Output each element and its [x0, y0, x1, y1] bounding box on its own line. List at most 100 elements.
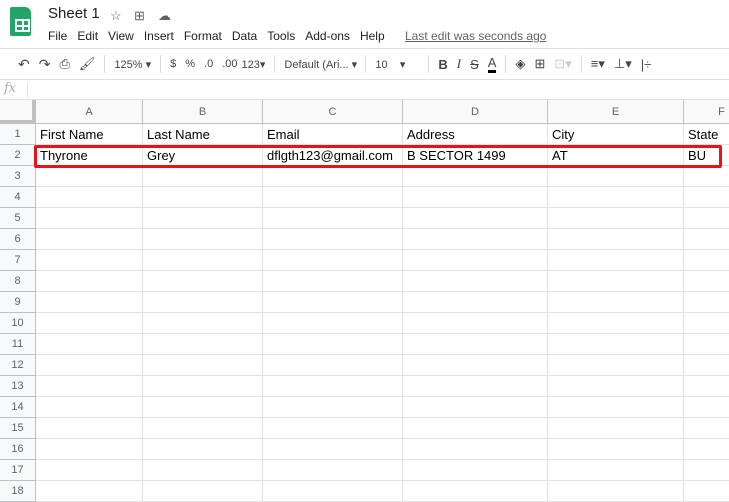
- cell-c17[interactable]: [263, 460, 403, 481]
- cell-f15[interactable]: [684, 418, 729, 439]
- cell-c9[interactable]: [263, 292, 403, 313]
- cell-e7[interactable]: [548, 250, 684, 271]
- last-edit-link[interactable]: Last edit was seconds ago: [405, 29, 546, 43]
- cell-d5[interactable]: [403, 208, 548, 229]
- vertical-align-icon[interactable]: ⊥▾: [614, 56, 632, 72]
- cell-f1[interactable]: State: [684, 124, 729, 145]
- cell-c4[interactable]: [263, 187, 403, 208]
- cell-a11[interactable]: [36, 334, 143, 355]
- cell-f12[interactable]: [684, 355, 729, 376]
- cell-d18[interactable]: [403, 481, 548, 502]
- cell-c3[interactable]: [263, 166, 403, 187]
- row-header-16[interactable]: 16: [0, 439, 36, 460]
- cell-e3[interactable]: [548, 166, 684, 187]
- cell-b10[interactable]: [143, 313, 263, 334]
- formula-bar[interactable]: fx: [0, 80, 729, 100]
- strikethrough-button[interactable]: S: [470, 57, 479, 72]
- star-icon[interactable]: ☆: [110, 8, 122, 24]
- row-header-11[interactable]: 11: [0, 334, 36, 355]
- undo-icon[interactable]: ↶: [18, 56, 30, 73]
- cell-a16[interactable]: [36, 439, 143, 460]
- cell-a14[interactable]: [36, 397, 143, 418]
- row-header-1[interactable]: 1: [0, 124, 36, 145]
- font-select[interactable]: Default (Ari... ▾: [284, 58, 357, 71]
- cell-f6[interactable]: [684, 229, 729, 250]
- document-title[interactable]: Sheet 1: [48, 5, 100, 22]
- cell-d17[interactable]: [403, 460, 548, 481]
- column-header-f[interactable]: F: [684, 100, 729, 124]
- cell-b13[interactable]: [143, 376, 263, 397]
- cell-f2[interactable]: BU: [684, 145, 729, 166]
- cell-e16[interactable]: [548, 439, 684, 460]
- text-wrap-icon[interactable]: |÷: [641, 57, 652, 72]
- menu-edit[interactable]: Edit: [77, 29, 98, 43]
- cell-b3[interactable]: [143, 166, 263, 187]
- cell-d8[interactable]: [403, 271, 548, 292]
- cell-d14[interactable]: [403, 397, 548, 418]
- cell-a10[interactable]: [36, 313, 143, 334]
- cell-a7[interactable]: [36, 250, 143, 271]
- cell-e12[interactable]: [548, 355, 684, 376]
- cell-f4[interactable]: [684, 187, 729, 208]
- cell-c7[interactable]: [263, 250, 403, 271]
- cell-e8[interactable]: [548, 271, 684, 292]
- cell-d10[interactable]: [403, 313, 548, 334]
- menu-help[interactable]: Help: [360, 29, 385, 43]
- cell-b9[interactable]: [143, 292, 263, 313]
- cell-e9[interactable]: [548, 292, 684, 313]
- cell-b18[interactable]: [143, 481, 263, 502]
- cell-f5[interactable]: [684, 208, 729, 229]
- number-format-select[interactable]: 123▾: [242, 58, 266, 71]
- cell-a18[interactable]: [36, 481, 143, 502]
- currency-button[interactable]: $: [170, 58, 176, 70]
- cell-e4[interactable]: [548, 187, 684, 208]
- cell-c18[interactable]: [263, 481, 403, 502]
- cell-a17[interactable]: [36, 460, 143, 481]
- cell-c2[interactable]: dflgth123@gmail.com: [263, 145, 403, 166]
- cell-c12[interactable]: [263, 355, 403, 376]
- cell-b2[interactable]: Grey: [143, 145, 263, 166]
- cell-e14[interactable]: [548, 397, 684, 418]
- row-header-14[interactable]: 14: [0, 397, 36, 418]
- paint-format-icon[interactable]: 🖌: [79, 56, 96, 72]
- cell-f17[interactable]: [684, 460, 729, 481]
- cell-e6[interactable]: [548, 229, 684, 250]
- column-header-a[interactable]: A: [36, 100, 143, 124]
- cell-a3[interactable]: [36, 166, 143, 187]
- zoom-select[interactable]: 125% ▾: [114, 58, 151, 71]
- row-header-17[interactable]: 17: [0, 460, 36, 481]
- cell-f18[interactable]: [684, 481, 729, 502]
- cell-c5[interactable]: [263, 208, 403, 229]
- cell-f8[interactable]: [684, 271, 729, 292]
- cell-d1[interactable]: Address: [403, 124, 548, 145]
- cell-e5[interactable]: [548, 208, 684, 229]
- cell-b6[interactable]: [143, 229, 263, 250]
- cell-f7[interactable]: [684, 250, 729, 271]
- cell-f11[interactable]: [684, 334, 729, 355]
- cell-d12[interactable]: [403, 355, 548, 376]
- cell-a4[interactable]: [36, 187, 143, 208]
- horizontal-align-icon[interactable]: ≡▾: [591, 56, 605, 72]
- menu-format[interactable]: Format: [184, 29, 222, 43]
- cell-a15[interactable]: [36, 418, 143, 439]
- font-size-select[interactable]: 10 ▾: [375, 58, 419, 71]
- cell-c16[interactable]: [263, 439, 403, 460]
- row-header-8[interactable]: 8: [0, 271, 36, 292]
- cell-d4[interactable]: [403, 187, 548, 208]
- cell-c6[interactable]: [263, 229, 403, 250]
- increase-decimal-button[interactable]: .00: [222, 58, 237, 70]
- cell-d15[interactable]: [403, 418, 548, 439]
- cell-f14[interactable]: [684, 397, 729, 418]
- cell-e1[interactable]: City: [548, 124, 684, 145]
- cell-c1[interactable]: Email: [263, 124, 403, 145]
- cell-d3[interactable]: [403, 166, 548, 187]
- row-header-12[interactable]: 12: [0, 355, 36, 376]
- cell-d6[interactable]: [403, 229, 548, 250]
- cell-b17[interactable]: [143, 460, 263, 481]
- row-header-5[interactable]: 5: [0, 208, 36, 229]
- column-header-d[interactable]: D: [403, 100, 548, 124]
- cell-e13[interactable]: [548, 376, 684, 397]
- cell-c8[interactable]: [263, 271, 403, 292]
- cell-a8[interactable]: [36, 271, 143, 292]
- cell-c13[interactable]: [263, 376, 403, 397]
